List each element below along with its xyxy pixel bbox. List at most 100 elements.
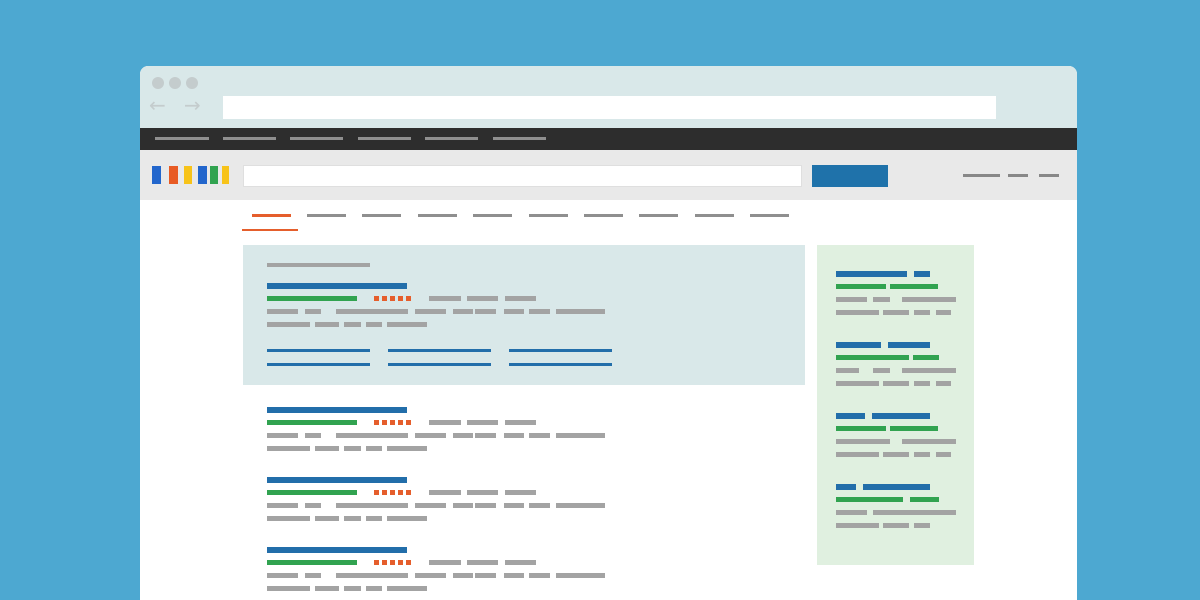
result-meta <box>505 490 536 495</box>
result-meta <box>429 296 461 301</box>
sidebar-card-link[interactable] <box>836 284 886 289</box>
top-nav-link[interactable] <box>290 137 343 140</box>
sidebar-card-text <box>883 523 909 528</box>
top-nav-link[interactable] <box>358 137 411 140</box>
sidebar-card-link[interactable] <box>836 426 886 431</box>
sidebar-card-text <box>902 368 956 373</box>
result-url[interactable] <box>267 560 357 565</box>
sidebar-card-title[interactable] <box>836 484 856 490</box>
top-nav-link[interactable] <box>223 137 276 140</box>
sidebar-card-text <box>914 523 930 528</box>
tab-item[interactable] <box>529 214 568 217</box>
result-url[interactable] <box>267 490 357 495</box>
sidebar-card-link[interactable] <box>890 426 938 431</box>
rating-star-icon <box>398 296 403 301</box>
top-nav-link[interactable] <box>425 137 478 140</box>
header-link[interactable] <box>1039 174 1059 177</box>
top-nav-link[interactable] <box>155 137 209 140</box>
sidebar-card-link[interactable] <box>890 284 938 289</box>
header-link[interactable] <box>1008 174 1028 177</box>
tab-item[interactable] <box>584 214 623 217</box>
rating-star-icon <box>382 296 387 301</box>
tab-item[interactable] <box>307 214 346 217</box>
result-snippet <box>315 586 339 591</box>
result-title[interactable] <box>267 477 407 483</box>
browser-window: ← → <box>140 66 1077 600</box>
result-snippet <box>267 586 310 591</box>
sidebar-card-text <box>836 368 859 373</box>
tab-item[interactable] <box>473 214 512 217</box>
result-url[interactable] <box>267 420 357 425</box>
sidebar-card-title[interactable] <box>888 342 930 348</box>
rating-star-icon <box>406 560 411 565</box>
result-snippet <box>556 573 605 578</box>
tab-item[interactable] <box>252 214 291 217</box>
result-title[interactable] <box>267 283 407 289</box>
result-snippet <box>504 503 524 508</box>
logo-block[interactable] <box>152 166 161 184</box>
sidebar-card-link[interactable] <box>910 497 939 502</box>
top-nav-link[interactable] <box>493 137 546 140</box>
result-meta <box>505 560 536 565</box>
back-arrow-icon[interactable]: ← <box>149 93 166 117</box>
active-tab-indicator <box>242 229 298 231</box>
tab-item[interactable] <box>695 214 734 217</box>
tab-item[interactable] <box>418 214 457 217</box>
sidebar-card-title[interactable] <box>836 342 881 348</box>
logo-block[interactable] <box>169 166 178 184</box>
result-snippet <box>267 503 298 508</box>
window-close-icon[interactable] <box>152 77 164 89</box>
header-link[interactable] <box>963 174 1000 177</box>
result-title[interactable] <box>267 547 407 553</box>
logo-block[interactable] <box>210 166 218 184</box>
sidebar-card-title[interactable] <box>872 413 930 419</box>
sidebar-card-title[interactable] <box>836 413 865 419</box>
sitelink[interactable] <box>388 349 491 352</box>
sidebar-card-link[interactable] <box>836 497 903 502</box>
sidebar-card-text <box>883 381 909 386</box>
window-maximize-icon[interactable] <box>186 77 198 89</box>
rating-star-icon <box>374 490 379 495</box>
sitelink[interactable] <box>509 349 612 352</box>
sidebar-card-link[interactable] <box>913 355 939 360</box>
result-url[interactable] <box>267 296 357 301</box>
sitelink[interactable] <box>267 349 370 352</box>
search-input[interactable] <box>243 165 802 187</box>
result-meta <box>467 560 498 565</box>
sidebar-card-text <box>836 310 879 315</box>
result-snippet <box>453 503 473 508</box>
sidebar-card-text <box>873 297 890 302</box>
tab-item[interactable] <box>639 214 678 217</box>
address-bar[interactable] <box>223 96 996 119</box>
logo-block[interactable] <box>184 166 192 184</box>
result-snippet <box>529 573 550 578</box>
sidebar-card-text <box>873 368 890 373</box>
result-snippet <box>267 573 298 578</box>
sitelink[interactable] <box>267 363 370 366</box>
result-snippet <box>366 322 382 327</box>
sidebar-card-title[interactable] <box>863 484 930 490</box>
tab-item[interactable] <box>750 214 789 217</box>
sidebar-card-title[interactable] <box>914 271 930 277</box>
logo-block[interactable] <box>222 166 229 184</box>
sitelink[interactable] <box>388 363 491 366</box>
tab-item[interactable] <box>362 214 401 217</box>
result-snippet <box>556 433 605 438</box>
result-snippet <box>267 309 298 314</box>
sidebar-card-text <box>836 297 867 302</box>
result-snippet <box>366 516 382 521</box>
window-minimize-icon[interactable] <box>169 77 181 89</box>
result-snippet <box>267 433 298 438</box>
sitelink[interactable] <box>509 363 612 366</box>
sidebar-card-title[interactable] <box>836 271 907 277</box>
forward-arrow-icon[interactable]: → <box>184 93 201 117</box>
result-title[interactable] <box>267 407 407 413</box>
search-button[interactable] <box>812 165 888 187</box>
rating-star-icon <box>374 296 379 301</box>
sidebar-card-text <box>836 381 879 386</box>
sidebar-card-text <box>883 310 909 315</box>
logo-block[interactable] <box>198 166 207 184</box>
result-snippet <box>453 309 473 314</box>
sidebar-card-link[interactable] <box>836 355 909 360</box>
result-snippet <box>529 309 550 314</box>
